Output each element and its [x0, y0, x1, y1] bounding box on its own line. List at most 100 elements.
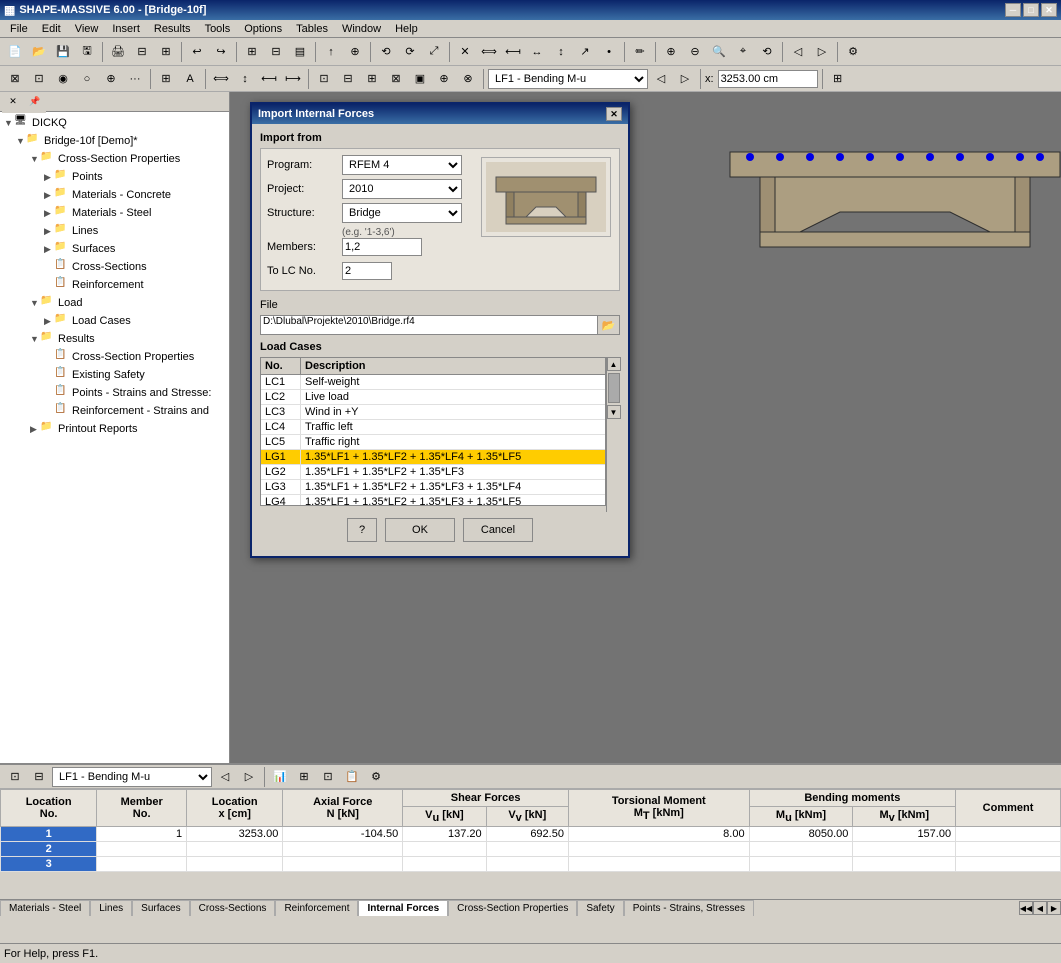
tree-surfaces[interactable]: ▶ 📁 Surfaces — [2, 240, 227, 258]
to-lc-input[interactable] — [342, 262, 392, 280]
tb-redo[interactable]: ↪ — [210, 41, 232, 63]
tb2-btn2[interactable]: ⊡ — [28, 68, 50, 90]
tb2-b6[interactable]: ⊞ — [155, 68, 177, 90]
tree-res-cross[interactable]: 📋 Cross-Section Properties — [2, 348, 227, 366]
tb2-b12[interactable]: ⊡ — [313, 68, 335, 90]
tb-rot2[interactable]: ⟳ — [399, 41, 421, 63]
tree-bridge[interactable]: ▼ 📁 Bridge-10f [Demo]* — [2, 132, 227, 150]
tab-lines[interactable]: Lines — [90, 900, 132, 916]
tree-lines[interactable]: ▶ 📁 Lines — [2, 222, 227, 240]
tb-zoom2[interactable]: ⊖ — [684, 41, 706, 63]
tree-cross-sections[interactable]: 📋 Cross-Sections — [2, 258, 227, 276]
bt-b6[interactable]: 📋 — [341, 766, 363, 788]
tree-load-cases[interactable]: ▶ 📁 Load Cases — [2, 312, 227, 330]
menu-options[interactable]: Options — [238, 22, 288, 36]
tb-grid3[interactable]: ▤ — [289, 41, 311, 63]
lc-row-lg1[interactable]: LG1 1.35*LF1 + 1.35*LF2 + 1.35*LF4 + 1.3… — [261, 450, 605, 465]
tb-undo[interactable]: ↩ — [186, 41, 208, 63]
tab-cross-section-props[interactable]: Cross-Section Properties — [448, 900, 577, 916]
tb-zoom1[interactable]: ⊕ — [660, 41, 682, 63]
tb2-b11[interactable]: ⟼ — [282, 68, 304, 90]
tb2-b15[interactable]: ⊠ — [385, 68, 407, 90]
tb-print[interactable]: 🖨 — [107, 41, 129, 63]
tb-arr5[interactable]: ↗ — [574, 41, 596, 63]
menu-results[interactable]: Results — [148, 22, 197, 36]
tb-nav2[interactable]: ▷ — [811, 41, 833, 63]
tb2-btn5[interactable]: ⊕ — [100, 68, 122, 90]
tb2-b17[interactable]: ⊕ — [433, 68, 455, 90]
bt-lf-combo[interactable]: LF1 - Bending M-u — [52, 767, 212, 787]
tb2-b9[interactable]: ↕ — [234, 68, 256, 90]
tree-mat-steel[interactable]: ▶ 📁 Materials - Steel — [2, 204, 227, 222]
tab-internal-forces[interactable]: Internal Forces — [358, 900, 448, 916]
tab-points-strains[interactable]: Points - Strains, Stresses — [624, 900, 754, 916]
menu-help[interactable]: Help — [389, 22, 424, 36]
tb2-b7[interactable]: A — [179, 68, 201, 90]
menu-file[interactable]: File — [4, 22, 34, 36]
tb2-b18[interactable]: ⊗ — [457, 68, 479, 90]
project-select[interactable]: 2010 — [342, 179, 462, 199]
lc-row-lg4[interactable]: LG4 1.35*LF1 + 1.35*LF2 + 1.35*LF3 + 1.3… — [261, 495, 605, 505]
menu-tables[interactable]: Tables — [290, 22, 334, 36]
tb-rot[interactable]: ⟲ — [375, 41, 397, 63]
tb-print3[interactable]: ⊞ — [155, 41, 177, 63]
members-input[interactable] — [342, 238, 422, 256]
tb-pnt[interactable]: • — [598, 41, 620, 63]
tb2-next[interactable]: ▷ — [674, 68, 696, 90]
bt-prev[interactable]: ◁ — [214, 766, 236, 788]
lc-scrollbar[interactable]: ▲ ▼ — [606, 357, 620, 512]
tb-arrow[interactable]: ↑ — [320, 41, 342, 63]
tb-settings[interactable]: ⚙ — [842, 41, 864, 63]
tb2-btn3[interactable]: ◉ — [52, 68, 74, 90]
help-button[interactable]: ? — [347, 518, 377, 542]
program-select[interactable]: RFEM 4 — [342, 155, 462, 175]
tab-nav-first[interactable]: ◀◀ — [1019, 901, 1033, 915]
tb-grid[interactable]: ⊞ — [241, 41, 263, 63]
bt-btn1[interactable]: ⊡ — [4, 766, 26, 788]
menu-view[interactable]: View — [69, 22, 105, 36]
tb-zoom5[interactable]: ⟲ — [756, 41, 778, 63]
tb-open[interactable]: 📂 — [28, 41, 50, 63]
tree-points[interactable]: ▶ 📁 Points — [2, 168, 227, 186]
tb2-grid-btn[interactable]: ⊞ — [827, 68, 849, 90]
menu-window[interactable]: Window — [336, 22, 387, 36]
lc-row-lc5[interactable]: LC5 Traffic right — [261, 435, 605, 450]
maximize-button[interactable]: □ — [1023, 3, 1039, 17]
tb2-b13[interactable]: ⊟ — [337, 68, 359, 90]
tb2-btn4[interactable]: ○ — [76, 68, 98, 90]
tb2-b10[interactable]: ⟻ — [258, 68, 280, 90]
file-browse-button[interactable]: 📂 — [598, 315, 620, 335]
ok-button[interactable]: OK — [385, 518, 455, 542]
scroll-up[interactable]: ▲ — [607, 357, 621, 371]
tree-reinforcement[interactable]: 📋 Reinforcement — [2, 276, 227, 294]
tree-root[interactable]: ▼ 🖥 DICKQ — [2, 114, 227, 132]
lc-row-lc4[interactable]: LC4 Traffic left — [261, 420, 605, 435]
lf-combo[interactable]: LF1 - Bending M-u — [488, 69, 648, 89]
tree-printout[interactable]: ▶ 📁 Printout Reports — [2, 420, 227, 438]
tree-load[interactable]: ▼ 📁 Load — [2, 294, 227, 312]
lc-row-lg3[interactable]: LG3 1.35*LF1 + 1.35*LF2 + 1.35*LF3 + 1.3… — [261, 480, 605, 495]
tree-existing-safety[interactable]: 📋 Existing Safety — [2, 366, 227, 384]
bt-b7[interactable]: ⚙ — [365, 766, 387, 788]
tree-reinf-strains[interactable]: 📋 Reinforcement - Strains and — [2, 402, 227, 420]
tb-arrow2[interactable]: ⊕ — [344, 41, 366, 63]
menu-edit[interactable]: Edit — [36, 22, 67, 36]
close-button[interactable]: ✕ — [1041, 3, 1057, 17]
tree-results[interactable]: ▼ 📁 Results — [2, 330, 227, 348]
tb-grid2[interactable]: ⊟ — [265, 41, 287, 63]
cancel-button[interactable]: Cancel — [463, 518, 533, 542]
tree-cross-section[interactable]: ▼ 📁 Cross-Section Properties — [2, 150, 227, 168]
tab-materials-steel[interactable]: Materials - Steel — [0, 900, 90, 916]
tb2-b16[interactable]: ▣ — [409, 68, 431, 90]
tb-pen[interactable]: ✏ — [629, 41, 651, 63]
tab-reinforcement[interactable]: Reinforcement — [275, 900, 358, 916]
tb-scale[interactable]: ⤢ — [423, 41, 445, 63]
tb2-btn1[interactable]: ⊠ — [4, 68, 26, 90]
tab-cross-sections[interactable]: Cross-Sections — [190, 900, 276, 916]
tb2-b14[interactable]: ⊞ — [361, 68, 383, 90]
tb-cross[interactable]: ✕ — [454, 41, 476, 63]
structure-select[interactable]: Bridge — [342, 203, 462, 223]
tb-save[interactable]: 💾 — [52, 41, 74, 63]
lp-pin[interactable]: 📌 — [24, 92, 46, 113]
tree-mat-concrete[interactable]: ▶ 📁 Materials - Concrete — [2, 186, 227, 204]
